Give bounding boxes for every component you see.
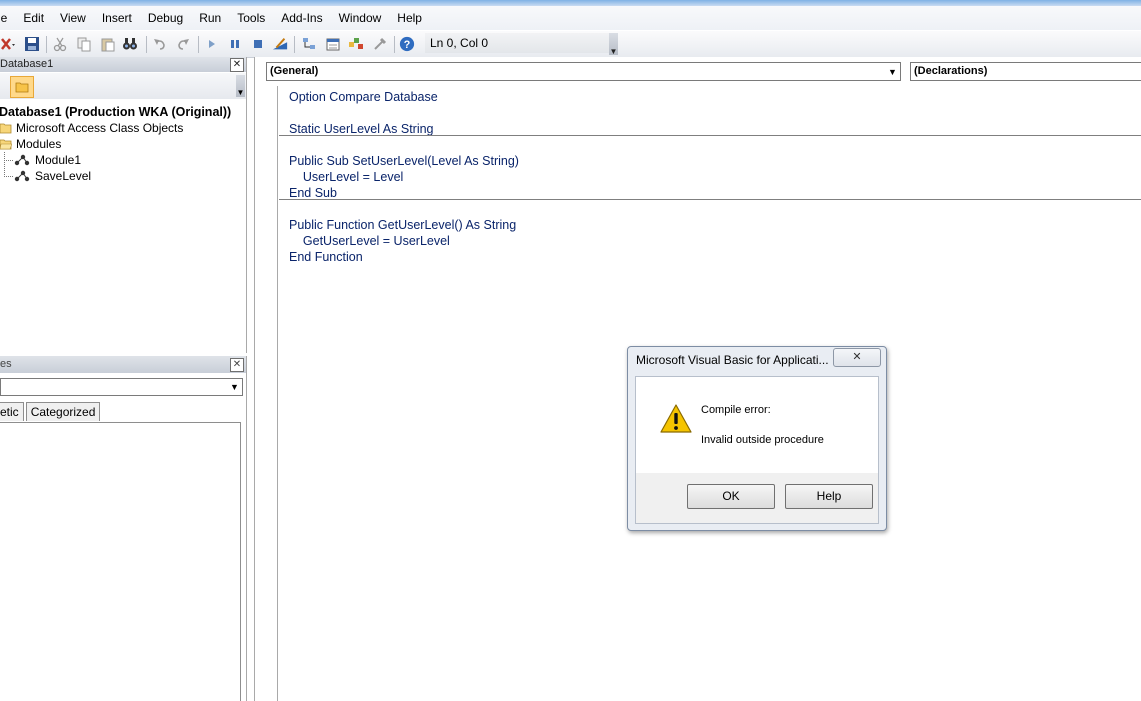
project-tree: Database1 (Production WKA (Original)) Mi… [0,104,246,184]
object-dropdown-value: (General) [270,65,319,77]
menu-bar: le Edit View Insert Debug Run Tools Add-… [0,6,1141,30]
dialog-body: Compile error: Invalid outside procedure [635,376,879,473]
ok-button[interactable]: OK [687,484,775,509]
code-line: End Function [289,250,363,264]
help-icon[interactable]: ? [399,36,415,52]
help-button[interactable]: Help [785,484,873,509]
compile-error-dialog: Microsoft Visual Basic for Applicati... … [627,346,887,531]
properties-tabs: etic Categorized [0,402,102,422]
close-icon[interactable]: ✕ [833,348,881,367]
project-explorer-header: Database1 ✕ [0,57,246,72]
object-select[interactable]: ▼ [0,378,243,396]
toolbar-separator [294,36,295,53]
menu-tools[interactable]: Tools [229,7,273,29]
code-margin-indicator-bar[interactable] [255,86,278,701]
redo-icon[interactable] [175,36,191,52]
properties-title: es [0,358,12,370]
properties-header: es ✕ [0,356,246,373]
tree-node-modules[interactable]: Modules [0,136,246,152]
svg-text:?: ? [404,39,411,51]
warning-icon [660,404,692,433]
error-message: Invalid outside procedure [701,434,824,446]
design-mode-icon[interactable] [272,36,288,52]
menu-window[interactable]: Window [331,7,390,29]
toggle-folders-button[interactable] [10,76,34,98]
properties-icon[interactable] [325,36,341,52]
procedure-dropdown[interactable]: (Declarations) [910,62,1141,81]
folder-icon [0,123,12,134]
properties-grid[interactable] [0,422,241,701]
close-icon[interactable]: ✕ [230,358,244,372]
tree-node-label: SaveLevel [35,169,92,183]
project-explorer-panel: Database1 ✕ ▼ Database1 (Production WKA … [0,57,247,353]
code-line: Public Sub SetUserLevel(Level As String) [289,154,519,168]
tree-node-label: Database1 (Production WKA (Original)) [0,105,232,119]
save-icon[interactable] [24,36,40,52]
code-line: UserLevel = Level [289,170,404,184]
tree-node-project[interactable]: Database1 (Production WKA (Original)) [0,104,246,120]
tree-node-label: Microsoft Access Class Objects [16,121,184,135]
view-access-icon[interactable] [0,36,16,52]
menu-insert[interactable]: Insert [94,7,140,29]
menu-add-ins[interactable]: Add-Ins [273,7,330,29]
procedure-dropdown-value: (Declarations) [914,65,988,77]
object-dropdown[interactable]: (General) ▼ [266,62,901,81]
tree-node-class-objects[interactable]: Microsoft Access Class Objects [0,120,246,136]
copy-icon[interactable] [76,36,92,52]
run-icon[interactable] [204,36,220,52]
module-icon [14,154,30,166]
dialog-title: Microsoft Visual Basic for Applicati... [636,353,829,367]
code-line: GetUserLevel = UserLevel [289,234,450,248]
toolbar-options-grip[interactable]: ▼ [236,75,245,97]
project-explorer-toolbar: ▼ [0,73,246,99]
procedure-separator [279,135,1141,136]
toolbar-separator [198,36,199,53]
folder-icon [15,82,29,93]
menu-view[interactable]: View [52,7,94,29]
menu-help[interactable]: Help [389,7,430,29]
tree-node-module1[interactable]: Module1 [0,152,246,168]
toolbar-options-grip[interactable]: ▼ [609,33,618,56]
toolbar-separator [146,36,147,53]
code-line: Option Compare Database [289,90,438,104]
code-line: Public Function GetUserLevel() As String [289,218,517,232]
toolbar-separator [394,36,395,53]
close-icon[interactable]: ✕ [230,58,244,72]
break-icon[interactable] [227,36,243,52]
reset-icon[interactable] [250,36,266,52]
tree-node-label: Modules [16,137,62,151]
tree-node-savelevel[interactable]: SaveLevel [0,160,246,184]
tree-node-label: Module1 [35,153,82,167]
chevron-down-icon[interactable]: ▼ [886,65,899,78]
tab-categorized[interactable]: Categorized [25,402,101,421]
procedure-separator [279,199,1141,200]
paste-icon[interactable] [100,36,116,52]
tree-connector [4,160,13,177]
undo-icon[interactable] [152,36,168,52]
tab-alphabetic[interactable]: etic [0,402,24,421]
project-explorer-title: Database1 [0,58,54,70]
menu-file[interactable]: le [0,7,15,29]
find-icon[interactable] [122,36,138,52]
cursor-position-readout: Ln 0, Col 0 [425,33,612,53]
module-icon [14,170,30,182]
object-browser-icon[interactable] [348,36,364,52]
properties-panel: es ✕ ▼ etic Categorized [0,356,247,701]
vba-editor-window: le Edit View Insert Debug Run Tools Add-… [0,0,1141,701]
dialog-footer: OK Help [635,473,879,524]
error-title: Compile error: [701,404,771,416]
open-folder-icon [0,139,12,150]
chevron-down-icon[interactable]: ▼ [228,380,241,393]
menu-edit[interactable]: Edit [15,7,52,29]
project-explorer-icon[interactable] [301,36,317,52]
menu-run[interactable]: Run [191,7,229,29]
menu-debug[interactable]: Debug [140,7,191,29]
cut-icon[interactable] [52,36,68,52]
toolbox-icon[interactable] [372,36,388,52]
toolbar-separator [46,36,47,53]
